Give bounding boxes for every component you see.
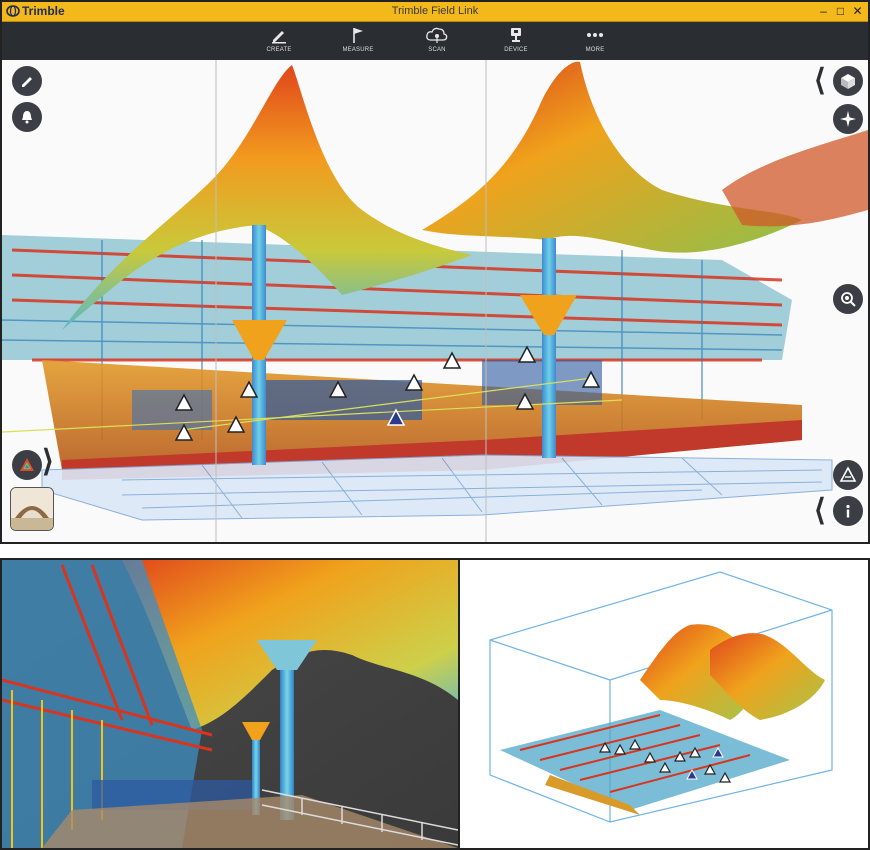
color-mode-button[interactable] xyxy=(12,450,42,480)
scattered-points xyxy=(722,130,868,227)
device-button[interactable]: DEVICE xyxy=(491,24,541,53)
more-dots-icon xyxy=(587,33,603,37)
draw-button[interactable] xyxy=(12,66,42,96)
pencil-plus-icon xyxy=(272,31,286,44)
device-label: DEVICE xyxy=(504,47,528,53)
pencil-icon xyxy=(22,77,32,87)
overview-render xyxy=(458,558,870,850)
zoom-button[interactable] xyxy=(833,284,863,314)
point-cloud-scene xyxy=(2,60,868,542)
main-toolbar: CREATE MEASURE SCAN DEVICE MORE xyxy=(2,22,868,60)
view-cube-button[interactable] xyxy=(833,66,863,96)
create-label: CREATE xyxy=(266,47,292,53)
zoom-icon xyxy=(841,292,856,307)
expand-info-chevron-icon[interactable]: ⟨ xyxy=(814,496,826,526)
3d-viewport[interactable]: ⟩ ⟨ ⟨ xyxy=(2,60,868,542)
layers-triangle-icon xyxy=(839,466,857,482)
bell-icon xyxy=(22,111,32,124)
cloud-scan-icon xyxy=(426,27,448,43)
scan-label: SCAN xyxy=(428,47,446,53)
maximize-button[interactable]: □ xyxy=(834,3,847,18)
field-link-window: Trimble Trimble Field Link – □ ✕ CREATE … xyxy=(0,0,870,544)
flag-icon xyxy=(353,28,363,43)
collapse-right-chevron-icon[interactable]: ⟨ xyxy=(814,66,826,96)
notifications-button[interactable] xyxy=(12,102,42,132)
info-button[interactable] xyxy=(833,496,863,526)
overview-scan-image xyxy=(489,571,833,823)
scan-thumbnail[interactable] xyxy=(10,487,54,531)
interior-scan-render xyxy=(0,558,460,850)
compass-icon xyxy=(840,111,856,127)
total-station-icon xyxy=(511,28,521,42)
color-wheel-icon xyxy=(20,458,34,471)
interior-scan-image xyxy=(2,560,458,848)
title-bar: Trimble Trimble Field Link – □ ✕ xyxy=(2,2,868,22)
window-title: Trimble Field Link xyxy=(391,5,479,17)
pillar-right xyxy=(542,238,556,458)
create-button[interactable]: CREATE xyxy=(254,24,304,53)
minimize-button[interactable]: – xyxy=(817,3,830,18)
measure-button[interactable]: MEASURE xyxy=(333,24,383,53)
scan-button[interactable]: SCAN xyxy=(412,24,462,53)
navigation-button[interactable] xyxy=(833,104,863,134)
expand-left-chevron-icon[interactable]: ⟩ xyxy=(42,447,54,477)
more-button[interactable]: MORE xyxy=(570,24,620,53)
close-button[interactable]: ✕ xyxy=(851,3,864,18)
measure-label: MEASURE xyxy=(342,47,374,53)
cube-view-icon xyxy=(841,74,855,89)
more-label: MORE xyxy=(585,47,605,53)
panorama-thumbnail-image xyxy=(11,488,53,530)
layers-button[interactable] xyxy=(833,460,863,490)
info-icon xyxy=(846,504,850,518)
